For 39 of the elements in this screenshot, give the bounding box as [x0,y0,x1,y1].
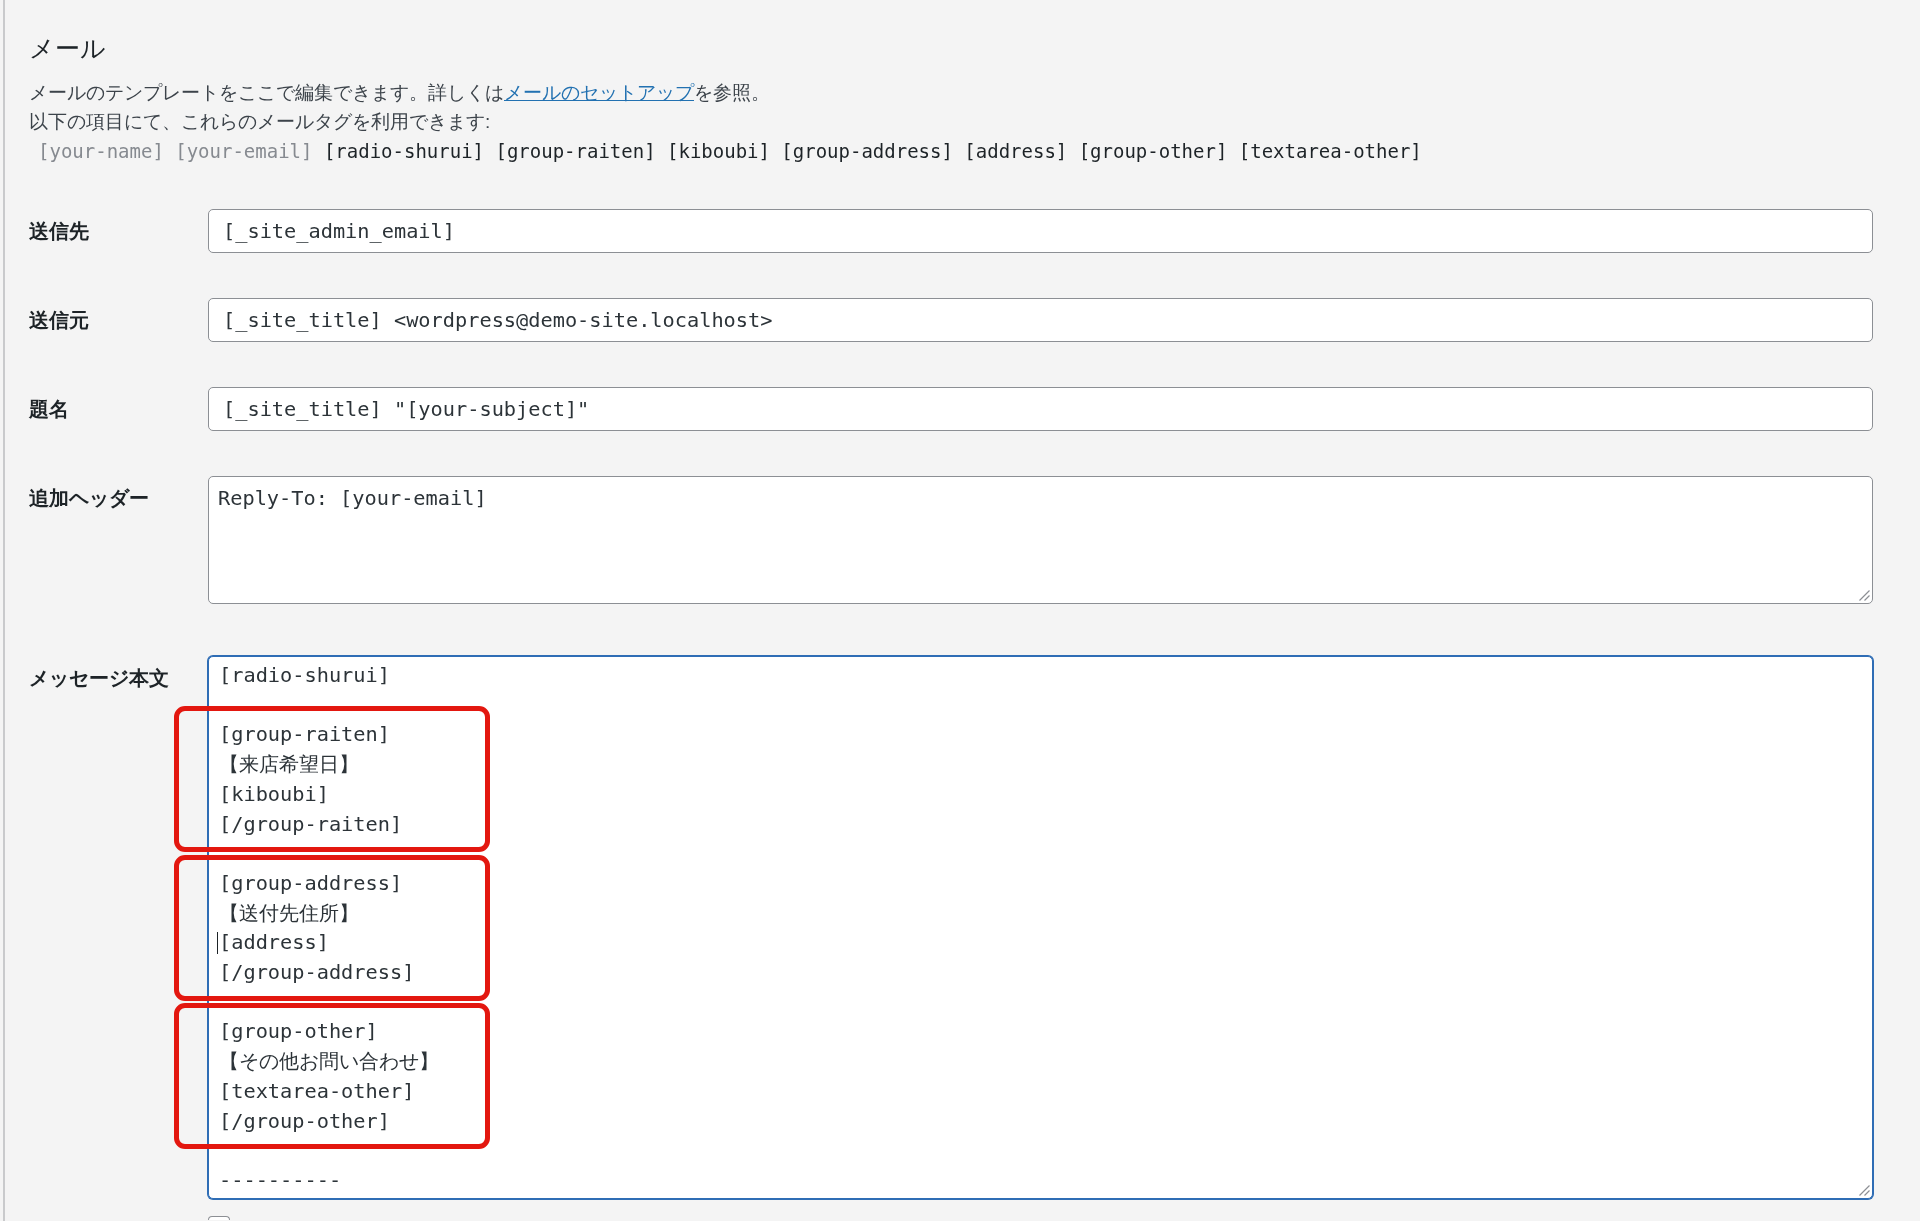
text-line: [group-address] [219,869,403,897]
text-field[interactable]: [_site_admin_email] [208,209,1873,253]
text-field[interactable]: [_site_title] "[your-subject]" [208,387,1873,431]
setup-link[interactable]: メールのセットアップ [504,82,694,103]
mail-tag: [your-email] [175,136,313,166]
text-line: 【来店希望日】 [219,751,359,779]
field-label: 送信先 [29,219,89,244]
text-line: [/group-raiten] [219,810,403,838]
text-field[interactable]: [_site_title] <wordpress@demo-site.localhost> [208,298,1873,342]
text-line: [textarea-other] [219,1077,415,1105]
text-line: 【その他お問い合わせ】 [219,1048,439,1076]
text-line: ---------- [219,1166,342,1194]
mail-tag: [group-address] [781,136,953,166]
field-label: 題名 [29,397,69,422]
mail-tag: [group-other] [1078,136,1228,166]
field-label: 送信元 [29,308,89,333]
text-line: [/group-other] [219,1107,390,1135]
checkbox[interactable] [208,1216,230,1220]
description-text: メールのテンプレートをここで編集できます。詳しくはメールのセットアップを参照。 [29,81,770,105]
text-line: [group-raiten] [219,721,390,749]
mail-tag: [textarea-other] [1238,136,1422,166]
text-line: [radio-shurui] [219,662,390,689]
text-line: [kiboubi] [219,780,329,808]
text-line: [address] [219,929,329,957]
field-label: メッセージ本文 [29,666,169,691]
mail-tag: [your-name] [38,136,164,166]
text-line: 【送付先住所】 [219,899,359,927]
mail-tag: [address] [964,136,1068,166]
text-line: [group-other] [219,1018,378,1046]
mail-tag: [radio-shurui] [323,136,485,166]
resize-handle-icon[interactable] [1859,590,1870,601]
mail-tag: [group-raiten] [495,136,656,166]
mail-tag: [kiboubi] [667,136,770,166]
text-area[interactable]: Reply-To: [your-email] [208,476,1873,604]
text-line: [/group-address] [219,959,415,986]
section-title: メール [29,33,106,63]
resize-handle-icon[interactable] [1859,1185,1870,1196]
tags-intro-text: 以下の項目にて、これらのメールタグを利用できます: [29,110,491,134]
field-label: 追加ヘッダー [29,486,149,511]
